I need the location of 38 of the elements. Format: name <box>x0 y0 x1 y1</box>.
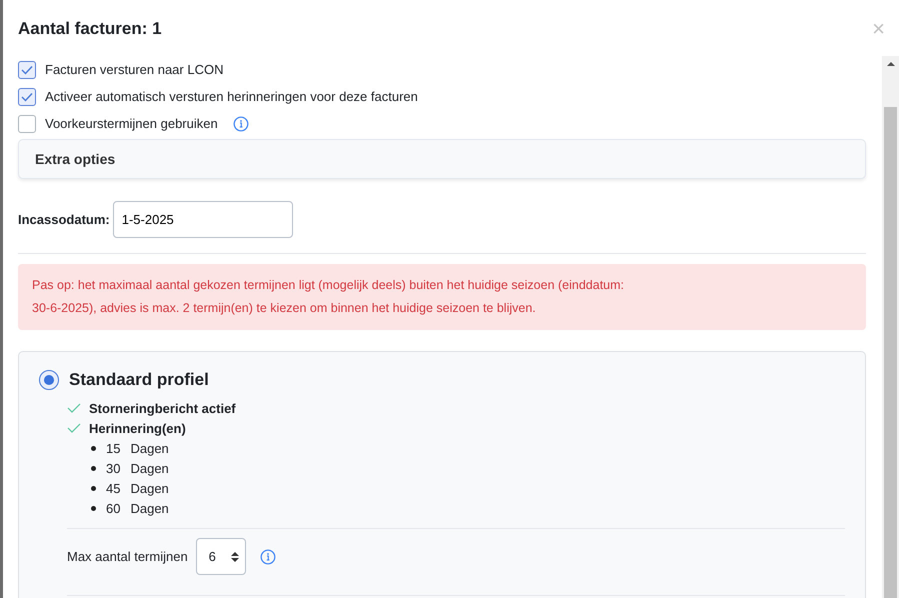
info-icon[interactable] <box>260 548 276 564</box>
reminder-unit: Dagen <box>130 440 169 456</box>
check-icon <box>21 64 33 74</box>
radio-button[interactable] <box>39 370 59 390</box>
checkbox[interactable] <box>18 114 36 132</box>
reminder-days: 15 <box>106 440 120 456</box>
info-icon[interactable] <box>232 116 249 132</box>
checkbox-label: Voorkeurstermijnen gebruiken <box>45 116 218 131</box>
date-field[interactable]: 1-5-2025 <box>112 201 293 238</box>
reminder-unit: Dagen <box>130 500 169 516</box>
reminder-unit: Dagen <box>130 480 169 496</box>
check-icon <box>21 92 33 102</box>
checkbox-label: Activeer automatisch versturen herinneringen voor deze facturen <box>45 89 418 104</box>
field-label: Max aantal termijnen <box>67 549 188 564</box>
reminder-unit: Dagen <box>130 460 169 476</box>
check-icon <box>67 423 81 433</box>
checkbox[interactable] <box>18 88 36 106</box>
feature-label: Herinnering(en) <box>89 420 186 436</box>
bullet-icon <box>91 446 96 450</box>
terms-select[interactable]: 6 <box>196 538 246 575</box>
dialog-title: Aantal facturen: 1 <box>18 19 162 39</box>
reminder-days: 30 <box>106 460 120 476</box>
bullet-icon <box>91 486 96 490</box>
checkbox[interactable] <box>18 60 36 78</box>
checkbox-label: Facturen versturen naar LCON <box>45 62 224 77</box>
warning-alert: Pas op: het maximaal aantal gekozen termijnen ligt (mogelijk deels) buiten het huidige seizoen (einddatum: 30-6-2025), advies is max. 2 termijn(en) te kiezen om binnen het huidige seizoen te blijven. <box>18 264 866 330</box>
sort-arrows-icon <box>230 550 239 562</box>
extra-options-panel[interactable]: Extra opties <box>18 139 866 179</box>
check-icon <box>67 403 81 413</box>
feature-label: Storneringbericht actief <box>89 400 236 416</box>
field-label: Incassodatum: <box>18 212 110 227</box>
bullet-icon <box>91 506 96 510</box>
bullet-icon <box>91 466 96 470</box>
reminder-days: 60 <box>106 500 120 516</box>
reminder-days: 45 <box>106 480 120 496</box>
profile-title: Standaard profiel <box>69 370 209 390</box>
scrollbar[interactable] <box>882 56 899 598</box>
scroll-up-icon[interactable] <box>886 61 894 67</box>
